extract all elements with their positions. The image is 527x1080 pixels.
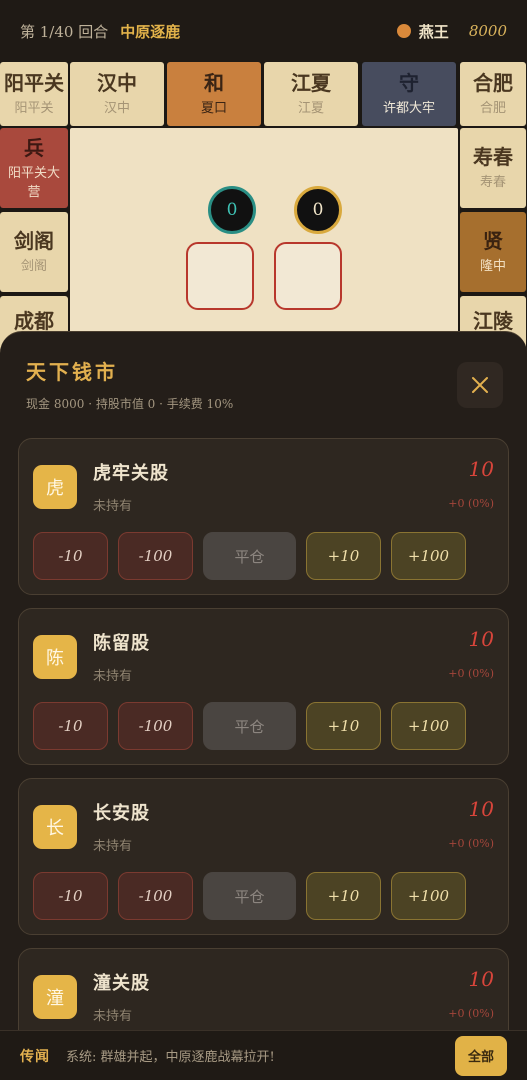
tile-subtitle: 阳平关大营: [7, 165, 60, 200]
buy-100-button[interactable]: +100: [391, 702, 466, 750]
news-label: 传闻: [20, 1048, 50, 1065]
tile-subtitle: 剑阁: [20, 259, 47, 274]
tile-subtitle: 寿春: [479, 175, 506, 190]
stock-price: 10: [468, 457, 494, 481]
tile-subtitle: 合肥: [479, 101, 506, 116]
card-slot-right[interactable]: [274, 242, 342, 310]
stock-price: 10: [468, 627, 494, 651]
player-info: 燕王 8000: [396, 21, 507, 42]
game-board: 阳平关 阳平关 汉中 汉中 和 夏口 江夏 江夏 守 许都大牢 合肥 合肥 兵 …: [0, 62, 527, 376]
board-tile[interactable]: 寿春 寿春: [460, 128, 526, 208]
board-center: 0 0: [70, 128, 458, 352]
news-bar: 传闻 系统: 群雄并起，中原逐鹿战幕拉开! 全部: [0, 1030, 527, 1080]
board-tile[interactable]: 汉中 汉中: [70, 62, 164, 126]
stock-change: +0 (0%): [448, 667, 494, 680]
player-color-dot: [396, 24, 411, 38]
card-slot-left[interactable]: [186, 242, 254, 310]
stock-card: 虎 虎牢关股 未持有 10 +0 (0%) -10 -100 平仓 +10 +1…: [18, 438, 509, 595]
sell-10-button[interactable]: -10: [33, 872, 108, 920]
stock-badge: 长: [33, 805, 77, 849]
stock-name: 虎牢关股: [93, 463, 169, 484]
tile-name: 兵: [24, 135, 44, 160]
tile-subtitle: 夏口: [200, 101, 227, 116]
tile-name: 江夏: [291, 71, 331, 95]
tile-name: 寿春: [473, 145, 513, 169]
stock-badge: 陈: [33, 635, 77, 679]
tile-subtitle: 许都大牢: [382, 101, 435, 116]
tile-name: 阳平关: [4, 71, 64, 95]
fee-label: · 手续费 10%: [159, 397, 234, 411]
stock-change: +0 (0%): [448, 497, 494, 510]
buy-10-button[interactable]: +10: [306, 532, 381, 580]
stock-price: 10: [468, 797, 494, 821]
stock-badge: 潼: [33, 975, 77, 1019]
panel-summary: 现金 8000 · 持股市值 0 · 手续费 10%: [26, 395, 233, 412]
stock-change: +0 (0%): [448, 837, 494, 850]
tile-name: 贤: [483, 229, 503, 253]
close-position-button[interactable]: 平仓: [203, 532, 296, 580]
round-counter: 第 1/40 回合: [20, 22, 109, 41]
stock-name: 潼关股: [93, 973, 150, 994]
tile-name: 江陵: [473, 309, 513, 333]
stock-name: 陈留股: [93, 633, 150, 654]
buy-100-button[interactable]: +100: [391, 872, 466, 920]
sell-100-button[interactable]: -100: [118, 532, 193, 580]
sell-10-button[interactable]: -10: [33, 532, 108, 580]
close-button[interactable]: [457, 362, 503, 408]
close-icon: [472, 377, 488, 393]
board-tile-barracks[interactable]: 兵 阳平关大营: [0, 128, 68, 208]
stock-holding: 未持有: [93, 1009, 133, 1024]
buy-10-button[interactable]: +10: [306, 872, 381, 920]
close-position-button[interactable]: 平仓: [203, 872, 296, 920]
board-tile-event[interactable]: 和 夏口: [167, 62, 261, 126]
board-tile-jail[interactable]: 守 许都大牢: [362, 62, 456, 126]
stock-holding: 未持有: [93, 839, 133, 854]
player-name: 燕王: [418, 22, 449, 41]
board-tile[interactable]: 合肥 合肥: [460, 62, 526, 126]
stock-change: +0 (0%): [448, 1007, 494, 1020]
tile-name: 守: [399, 71, 419, 95]
sell-100-button[interactable]: -100: [118, 872, 193, 920]
sell-100-button[interactable]: -100: [118, 702, 193, 750]
stock-holding: 未持有: [93, 669, 133, 684]
news-text: 系统: 群雄并起，中原逐鹿战幕拉开!: [66, 1050, 275, 1065]
stock-market-panel: 天下钱市 现金 8000 · 持股市值 0 · 手续费 10% 虎 虎牢关股 未…: [0, 331, 527, 1080]
tile-name: 和: [204, 71, 224, 95]
holdings-label: · 持股市值 0: [88, 397, 156, 411]
view-all-news-button[interactable]: 全部: [455, 1035, 507, 1076]
stock-card: 长 长安股 未持有 10 +0 (0%) -10 -100 平仓 +10 +10…: [18, 778, 509, 935]
tile-subtitle: 江夏: [297, 101, 324, 116]
tile-name: 成都: [14, 309, 54, 333]
stock-price: 10: [468, 967, 494, 991]
sell-10-button[interactable]: -10: [33, 702, 108, 750]
stock-badge: 虎: [33, 465, 77, 509]
board-tile[interactable]: 阳平关 阳平关: [0, 62, 68, 126]
stock-holding: 未持有: [93, 499, 133, 514]
board-tile[interactable]: 剑阁 剑阁: [0, 212, 68, 292]
player-cash: 8000: [468, 22, 507, 40]
dice-left[interactable]: 0: [208, 186, 256, 234]
board-tile-sage[interactable]: 贤 隆中: [460, 212, 526, 292]
tile-name: 剑阁: [14, 229, 54, 253]
stock-card: 陈 陈留股 未持有 10 +0 (0%) -10 -100 平仓 +10 +10…: [18, 608, 509, 765]
tile-name: 合肥: [473, 71, 513, 95]
tile-subtitle: 阳平关: [14, 101, 54, 116]
panel-title: 天下钱市: [26, 360, 118, 384]
top-bar: 第 1/40 回合 中原逐鹿 燕王 8000: [0, 0, 527, 62]
close-position-button[interactable]: 平仓: [203, 702, 296, 750]
tile-subtitle: 汉中: [103, 101, 130, 116]
buy-10-button[interactable]: +10: [306, 702, 381, 750]
dice-right[interactable]: 0: [294, 186, 342, 234]
board-tile[interactable]: 江夏 江夏: [264, 62, 358, 126]
tile-subtitle: 隆中: [479, 259, 506, 274]
stock-name: 长安股: [93, 803, 150, 824]
map-name: 中原逐鹿: [120, 22, 181, 41]
cash-label: 现金 8000: [26, 397, 85, 411]
buy-100-button[interactable]: +100: [391, 532, 466, 580]
tile-name: 汉中: [97, 71, 137, 95]
